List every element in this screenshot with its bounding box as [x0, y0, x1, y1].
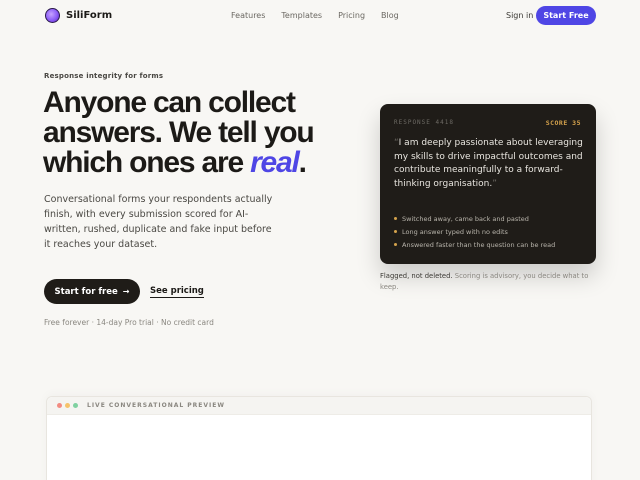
flag-list: Switched away, came back and pasted Long…	[394, 212, 555, 251]
response-quote: “I am deeply passionate about leveraging…	[394, 137, 584, 191]
see-pricing-link[interactable]: See pricing	[150, 286, 204, 298]
headline-accent: real	[250, 146, 300, 179]
bullet-dot-icon	[394, 217, 397, 220]
logo-mark-icon	[45, 8, 60, 23]
hero-headline: Anyone can collect answers. We tell you …	[43, 88, 343, 178]
start-for-free-label: Start for free	[54, 286, 118, 297]
flag-item: Switched away, came back and pasted	[394, 212, 555, 225]
window-dot-minimize-icon	[65, 403, 70, 408]
arrow-right-icon: →	[122, 287, 130, 296]
card-note: Flagged, not deleted. Scoring is advisor…	[380, 271, 596, 293]
card-note-bold: Flagged, not deleted.	[380, 272, 453, 280]
hero-subcopy: Conversational forms your respondents ac…	[44, 194, 273, 250]
start-for-free-button[interactable]: Start for free →	[44, 279, 140, 304]
response-card: RESPONSE 4418 SCORE 35 “I am deeply pass…	[380, 104, 596, 264]
preview-titlebar: LIVE CONVERSATIONAL PREVIEW	[47, 397, 591, 415]
start-free-button[interactable]: Start Free	[536, 6, 596, 25]
preview-title: LIVE CONVERSATIONAL PREVIEW	[87, 402, 225, 409]
flag-item: Answered faster than the question can be…	[394, 238, 555, 251]
window-dot-maximize-icon	[73, 403, 78, 408]
flag-item: Long answer typed with no edits	[394, 225, 555, 238]
nav-link-features[interactable]: Features	[231, 11, 265, 20]
brand-name: SiliForm	[66, 10, 113, 21]
hero-fineprint: Free forever · 14-day Pro trial · No cre…	[44, 318, 214, 327]
close-quote-icon: ”	[492, 178, 497, 189]
headline-end: .	[298, 146, 307, 179]
hero-eyebrow: Response integrity for forms	[44, 72, 164, 80]
conversational-preview: LIVE CONVERSATIONAL PREVIEW	[46, 396, 592, 480]
flag-text: Long answer typed with no edits	[402, 227, 508, 236]
bullet-dot-icon	[394, 243, 397, 246]
nav-links: Features Templates Pricing Blog	[231, 11, 415, 20]
nav-link-pricing[interactable]: Pricing	[338, 11, 365, 20]
brand-logo[interactable]: SiliForm	[45, 8, 112, 23]
quote-text: I am deeply passionate about leveraging …	[394, 138, 583, 189]
response-id: RESPONSE 4418	[394, 119, 454, 126]
flag-text: Switched away, came back and pasted	[402, 214, 529, 223]
score-badge: SCORE 35	[545, 119, 581, 127]
bullet-dot-icon	[394, 230, 397, 233]
window-dot-close-icon	[57, 403, 62, 408]
signin-link[interactable]: Sign in	[506, 11, 533, 20]
flag-text: Answered faster than the question can be…	[402, 240, 556, 249]
nav-link-templates[interactable]: Templates	[281, 11, 322, 20]
top-nav: SiliForm Features Templates Pricing Blog…	[0, 0, 640, 32]
nav-link-blog[interactable]: Blog	[381, 11, 399, 20]
